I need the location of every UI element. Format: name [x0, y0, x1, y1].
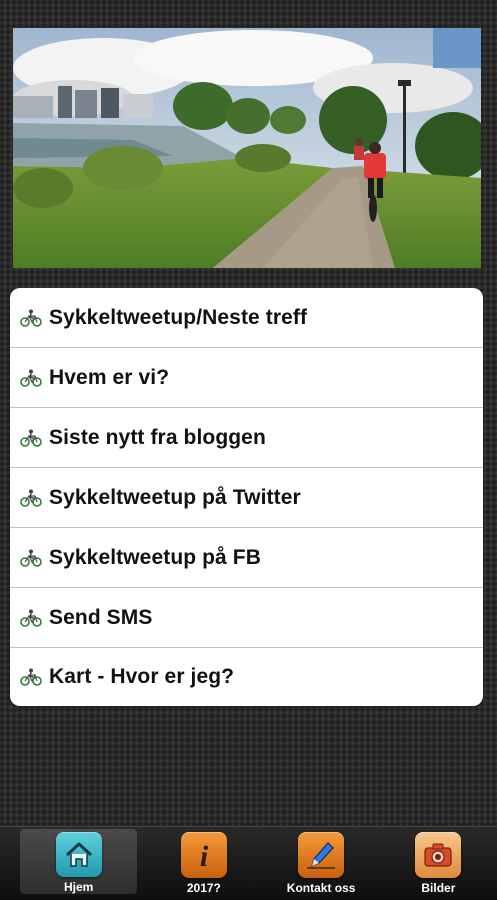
tab-label: Bilder [421, 881, 456, 895]
menu-item-label: Hvem er vi? [49, 365, 170, 389]
hero-image [13, 28, 481, 268]
bicycle-icon [20, 309, 42, 327]
bicycle-icon [20, 668, 42, 686]
menu-item-kart[interactable]: Kart - Hvor er jeg? [10, 648, 483, 706]
bicycle-icon [20, 549, 42, 567]
tab-label: Hjem [63, 880, 94, 894]
tab-hjem[interactable]: Hjem [20, 829, 138, 894]
menu-item-facebook[interactable]: Sykkeltweetup på FB [10, 528, 483, 588]
menu-item-hvem-er-vi[interactable]: Hvem er vi? [10, 348, 483, 408]
pen-icon [298, 832, 345, 878]
camera-icon [415, 832, 462, 878]
menu-item-twitter[interactable]: Sykkeltweetup på Twitter [10, 468, 483, 528]
tab-bar: Hjem i 2017? Kontakt oss Bilder [0, 826, 497, 900]
svg-text:i: i [200, 840, 209, 872]
tab-bilder[interactable]: Bilder [380, 827, 497, 900]
hero-photo [13, 28, 481, 268]
tab-kontakt-oss[interactable]: Kontakt oss [263, 827, 380, 900]
home-icon [55, 832, 102, 877]
menu-item-label: Sykkeltweetup/Neste treff [49, 305, 308, 329]
menu-item-label: Sykkeltweetup på FB [49, 545, 261, 569]
menu-item-label: Kart - Hvor er jeg? [49, 665, 235, 688]
bicycle-icon [20, 609, 42, 627]
tab-2017[interactable]: i 2017? [145, 827, 262, 900]
bicycle-icon [20, 369, 42, 387]
menu-item-send-sms[interactable]: Send SMS [10, 588, 483, 648]
main-menu: Sykkeltweetup/Neste treff Hvem er vi? Si… [10, 288, 483, 706]
tab-label: 2017? [186, 881, 221, 895]
tab-label: Kontakt oss [286, 881, 356, 895]
menu-item-bloggen[interactable]: Siste nytt fra bloggen [10, 408, 483, 468]
bicycle-icon [20, 429, 42, 447]
menu-item-neste-treff[interactable]: Sykkeltweetup/Neste treff [10, 288, 483, 348]
bicycle-icon [20, 489, 42, 507]
menu-item-label: Send SMS [49, 605, 153, 629]
menu-item-label: Sykkeltweetup på Twitter [49, 485, 301, 509]
info-icon: i [180, 832, 227, 878]
menu-item-label: Siste nytt fra bloggen [49, 425, 266, 449]
